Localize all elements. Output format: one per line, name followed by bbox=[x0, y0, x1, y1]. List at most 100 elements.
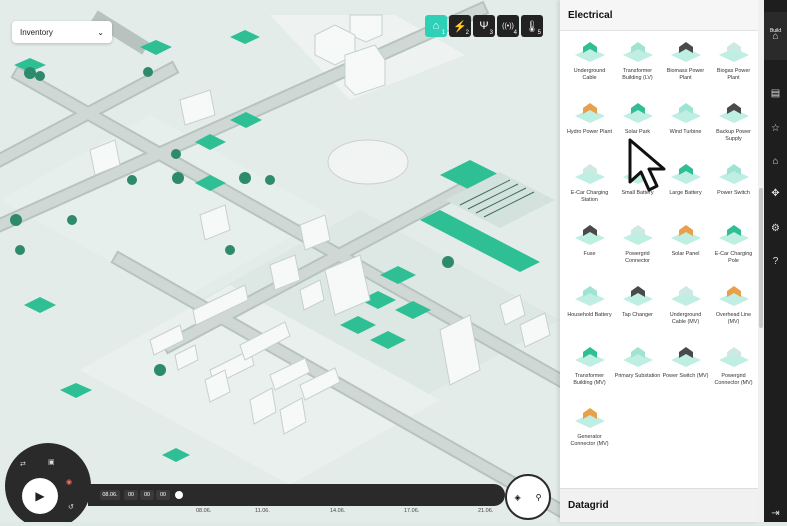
transformer-icon bbox=[619, 37, 657, 67]
lightning-icon[interactable]: ⚡ 2 bbox=[449, 15, 471, 37]
asset-item[interactable]: Generator Connector (MV) bbox=[566, 403, 613, 462]
biomass-plant-icon bbox=[667, 37, 705, 67]
powergrid-connector-mv-icon bbox=[715, 342, 753, 372]
asset-item[interactable]: Solar Panel bbox=[662, 220, 709, 279]
asset-item[interactable]: Power Switch (MV) bbox=[662, 342, 709, 401]
solar-park-icon bbox=[619, 98, 657, 128]
timeline-date-3: 17.06. bbox=[404, 508, 420, 514]
build-icon[interactable]: ⌂ Build bbox=[764, 12, 787, 60]
panel-title: Electrical bbox=[560, 0, 758, 31]
biogas-plant-icon bbox=[715, 37, 753, 67]
solar-panel-icon bbox=[667, 220, 705, 250]
asset-label: Powergrid Connector bbox=[625, 251, 650, 264]
asset-item[interactable]: Household Battery bbox=[566, 281, 613, 340]
star-icon[interactable]: ☆ bbox=[764, 115, 787, 141]
cable-mv-icon bbox=[667, 281, 705, 311]
scrollbar-thumb[interactable] bbox=[759, 188, 763, 328]
asset-label: Tap Changer bbox=[622, 312, 653, 318]
hour-field[interactable]: 00 bbox=[124, 490, 138, 500]
asset-label: Generator Connector (MV) bbox=[570, 434, 609, 447]
asset-item[interactable]: Biomass Power Plant bbox=[662, 37, 709, 96]
asset-item[interactable]: E-Car Charging Pole bbox=[710, 220, 757, 279]
timeline-slider-handle[interactable] bbox=[175, 491, 183, 499]
asset-item[interactable]: Backup Power Supply bbox=[710, 98, 757, 157]
asset-item[interactable]: Biogas Power Plant bbox=[710, 37, 757, 96]
layer-toolbar: ⌂ 1 ⚡ 2 Ψ3 ((•)) 4 🌡 5 bbox=[425, 15, 543, 37]
asset-item[interactable]: Transformer Building (LV) bbox=[614, 37, 661, 96]
timeline-date-1: 11.06. bbox=[255, 508, 270, 514]
asset-label: Solar Park bbox=[624, 129, 651, 135]
logout-icon[interactable]: ⇥ bbox=[764, 500, 787, 526]
inventory-dropdown[interactable]: Inventory ⌄ bbox=[12, 21, 112, 43]
city-map[interactable]: Inventory ⌄ ⌂ 1 ⚡ 2 Ψ3 ((•)) 4 🌡 5 ⇄ ▣ ◉ ↺ ▶ bbox=[0, 0, 560, 522]
play-button[interactable]: ▶ bbox=[22, 478, 58, 514]
backup-power-icon bbox=[715, 98, 753, 128]
swap-icon[interactable]: ⇄ bbox=[20, 460, 26, 468]
asset-label: E-Car Charging Pole bbox=[714, 251, 753, 264]
asset-item[interactable]: Overhead Line (MV) bbox=[710, 281, 757, 340]
home-icon[interactable]: ⌂ 1 bbox=[425, 15, 447, 37]
thermometer-icon[interactable]: 🌡 5 bbox=[521, 15, 543, 37]
power-switch-icon bbox=[715, 159, 753, 189]
asset-item[interactable]: Underground Cable (MV) bbox=[662, 281, 709, 340]
asset-panel: Electrical Underground Cable Transformer … bbox=[560, 0, 758, 522]
antenna-icon[interactable]: Ψ3 bbox=[473, 15, 495, 37]
datagrid-section[interactable]: Datagrid bbox=[560, 488, 758, 522]
signal-icon[interactable]: ((•)) 4 bbox=[497, 15, 519, 37]
record-icon[interactable]: ◉ bbox=[66, 478, 72, 486]
inventory-label: Inventory bbox=[20, 27, 53, 37]
right-rail: ⌂ Build ▤ ☆ ⌂ ✥ ⚙ ? ⇥ bbox=[764, 0, 787, 522]
household-battery-icon bbox=[571, 281, 609, 311]
asset-item[interactable]: Power Switch bbox=[710, 159, 757, 218]
asset-item[interactable]: Fuse bbox=[566, 220, 613, 279]
asset-label: Transformer Building (LV) bbox=[622, 68, 653, 81]
pointer-cursor-icon bbox=[628, 138, 666, 192]
asset-label: Power Switch bbox=[717, 190, 750, 196]
panel-icon[interactable]: ▤ bbox=[764, 80, 787, 106]
view-toggle[interactable]: ◈ ⚲ bbox=[505, 474, 551, 520]
hydro-plant-icon bbox=[571, 98, 609, 128]
transformer-mv-icon bbox=[571, 342, 609, 372]
asset-item[interactable]: Transformer Building (MV) bbox=[566, 342, 613, 401]
asset-label: Primary Substation bbox=[614, 373, 661, 379]
timeline-date-2: 14.06. bbox=[330, 508, 346, 514]
rewind-icon[interactable]: ↺ bbox=[68, 503, 74, 511]
pin-icon[interactable]: ⚲ bbox=[536, 493, 542, 502]
map-canvas[interactable] bbox=[0, 0, 560, 522]
second-field[interactable]: 00 bbox=[156, 490, 170, 500]
fuse-icon bbox=[571, 220, 609, 250]
asset-item[interactable]: Powergrid Connector (MV) bbox=[710, 342, 757, 401]
cube-icon[interactable]: ◈ bbox=[514, 493, 520, 502]
asset-label: Power Switch (MV) bbox=[662, 373, 709, 379]
asset-item[interactable]: Powergrid Connector bbox=[614, 220, 661, 279]
asset-label: Household Battery bbox=[567, 312, 612, 318]
minute-field[interactable]: 00 bbox=[140, 490, 154, 500]
asset-item[interactable]: Primary Substation bbox=[614, 342, 661, 401]
asset-item[interactable]: E-Car Charging Station bbox=[566, 159, 613, 218]
asset-item[interactable]: Hydro Power Plant bbox=[566, 98, 613, 157]
help-icon[interactable]: ? bbox=[764, 248, 787, 274]
puzzle-icon[interactable]: ✥ bbox=[764, 180, 787, 206]
power-switch-mv-icon bbox=[667, 342, 705, 372]
asset-label: Hydro Power Plant bbox=[567, 129, 612, 135]
asset-label: Fuse bbox=[583, 251, 596, 257]
gear-icon[interactable]: ⚙ bbox=[764, 215, 787, 241]
asset-item[interactable]: Tap Changer bbox=[614, 281, 661, 340]
asset-label: E-Car Charging Station bbox=[570, 190, 609, 203]
asset-label: Transformer Building (MV) bbox=[573, 373, 606, 386]
asset-grid: Underground Cable Transformer Building (L… bbox=[560, 31, 758, 462]
asset-item[interactable]: Underground Cable bbox=[566, 37, 613, 96]
chevron-down-icon: ⌄ bbox=[97, 27, 104, 37]
asset-label: Wind Turbine bbox=[669, 129, 702, 135]
timeline-date-4: 21.06. bbox=[478, 508, 494, 514]
building-icon[interactable]: ⌂ bbox=[764, 148, 787, 174]
clipboard-icon[interactable]: ▣ bbox=[48, 458, 55, 466]
asset-label: Biomass Power Plant bbox=[666, 68, 705, 81]
asset-label: Biogas Power Plant bbox=[716, 68, 751, 81]
wind-turbine-icon bbox=[667, 98, 705, 128]
ecar-pole-icon bbox=[715, 220, 753, 250]
asset-label: Powergrid Connector (MV) bbox=[714, 373, 753, 386]
asset-label: Overhead Line (MV) bbox=[715, 312, 752, 325]
date-field[interactable]: 08.06. bbox=[100, 490, 120, 500]
ecar-station-icon bbox=[571, 159, 609, 189]
